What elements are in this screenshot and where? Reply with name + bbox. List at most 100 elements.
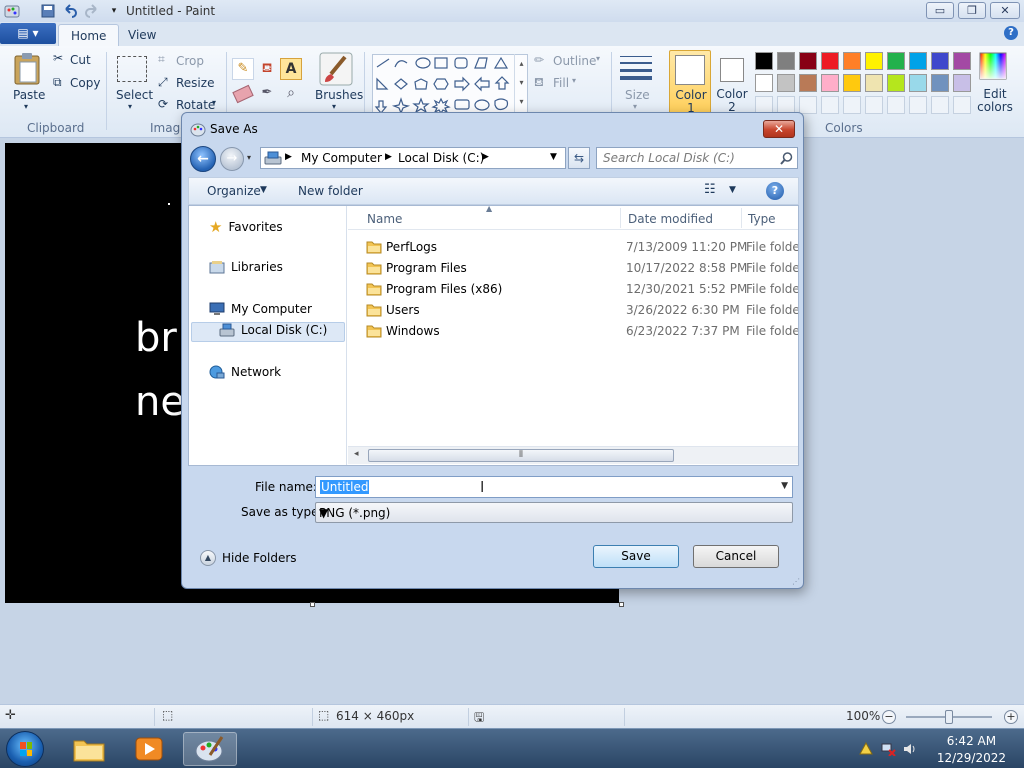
palette-swatch[interactable]	[865, 74, 883, 92]
resize-button[interactable]: Resize	[176, 76, 214, 90]
edit-colors-button[interactable]: Edit colors	[975, 88, 1015, 114]
pencil-tool[interactable]: ✎	[232, 58, 254, 80]
custom-color-slot[interactable]	[799, 96, 817, 114]
palette-swatch[interactable]	[777, 52, 795, 70]
size-dropdown-icon[interactable]: ▾	[633, 102, 637, 111]
eraser-tool[interactable]	[232, 84, 254, 104]
fill-tool[interactable]: ⛾	[256, 58, 278, 80]
breadcrumb-separator-icon[interactable]: ▶	[385, 152, 392, 162]
palette-swatch[interactable]	[755, 52, 773, 70]
action-center-icon[interactable]	[858, 742, 874, 756]
nav-favorites[interactable]: ★ Favorites	[209, 218, 283, 236]
file-row[interactable]: Program Files (x86) 12/30/2021 5:52 PM Fil…	[348, 279, 798, 300]
view-options-icon[interactable]: ☷	[704, 182, 716, 197]
breadcrumb-my-computer[interactable]: My Computer	[301, 151, 382, 165]
column-divider[interactable]	[741, 208, 742, 228]
network-icon[interactable]	[880, 742, 896, 756]
nav-network[interactable]: Network	[209, 365, 281, 379]
fill-dropdown-icon[interactable]: ▾	[572, 76, 576, 85]
file-row[interactable]: PerfLogs 7/13/2009 11:20 PMFile folder	[348, 237, 798, 258]
resize-grip-icon[interactable]: ⋰	[792, 577, 800, 586]
undo-icon[interactable]	[62, 3, 78, 19]
palette-swatch[interactable]	[887, 74, 905, 92]
breadcrumb-local-disk[interactable]: Local Disk (C:)	[398, 151, 484, 165]
palette-swatch[interactable]	[931, 74, 949, 92]
close-button[interactable]: ✕	[990, 2, 1020, 19]
file-row[interactable]: Users 3/26/2022 6:30 PM File folder	[348, 300, 798, 321]
file-row[interactable]: Windows 6/23/2022 7:37 PM File folder	[348, 321, 798, 342]
refresh-button[interactable]: ⇆	[568, 147, 590, 169]
tab-home[interactable]: Home	[58, 24, 120, 46]
recent-locations-dropdown[interactable]: ▾	[247, 153, 251, 162]
taskbar-media-player[interactable]	[122, 732, 176, 766]
zoom-in-button[interactable]: +	[1004, 710, 1018, 724]
shapes-icon[interactable]	[373, 55, 529, 115]
color-picker-tool[interactable]: ✒	[258, 84, 276, 102]
save-button[interactable]: Save	[593, 545, 679, 568]
forward-button[interactable]: →	[220, 147, 244, 171]
save-as-type-select[interactable]: PNG (*.png) ▼	[315, 502, 793, 523]
paste-icon[interactable]	[12, 52, 42, 86]
palette-swatch[interactable]	[909, 74, 927, 92]
palette-swatch[interactable]	[821, 74, 839, 92]
file-name-dropdown-icon[interactable]: ▼	[781, 481, 788, 491]
custom-color-slot[interactable]	[931, 96, 949, 114]
restore-button[interactable]: ❐	[958, 2, 986, 19]
color2-selector[interactable]: Color 2	[714, 50, 750, 114]
nav-libraries[interactable]: Libraries	[209, 260, 283, 274]
custom-color-slot[interactable]	[909, 96, 927, 114]
custom-color-slot[interactable]	[843, 96, 861, 114]
address-dropdown-icon[interactable]: ▼	[550, 152, 557, 162]
column-divider[interactable]	[620, 208, 621, 228]
custom-color-slot[interactable]	[887, 96, 905, 114]
palette-swatch[interactable]	[843, 74, 861, 92]
crop-button[interactable]: Crop	[176, 54, 204, 68]
horizontal-scroll-thumb[interactable]: ⦀	[368, 449, 674, 462]
cancel-button[interactable]: Cancel	[693, 545, 779, 568]
volume-icon[interactable]	[902, 742, 918, 756]
custom-color-slot[interactable]	[821, 96, 839, 114]
rotate-dropdown-icon[interactable]: ▾	[212, 98, 216, 107]
select-dropdown-icon[interactable]: ▾	[128, 102, 132, 111]
palette-swatch[interactable]	[909, 52, 927, 70]
address-bar[interactable]: ▶ My Computer ▶ Local Disk (C:) ▶ ▼	[260, 147, 566, 169]
save-icon[interactable]	[40, 3, 56, 19]
taskbar-paint[interactable]	[183, 732, 237, 766]
palette-swatch[interactable]	[755, 74, 773, 92]
back-button[interactable]: ←	[190, 146, 216, 172]
text-tool[interactable]: A	[280, 58, 302, 80]
paste-dropdown-icon[interactable]: ▾	[24, 102, 28, 111]
edit-colors-icon[interactable]	[979, 52, 1007, 80]
size-icon[interactable]	[620, 54, 652, 80]
palette-swatch[interactable]	[887, 52, 905, 70]
dialog-help-icon[interactable]: ?	[766, 182, 784, 200]
file-menu-button[interactable]: ▤ ▾	[0, 23, 56, 44]
column-type[interactable]: Type	[748, 212, 776, 226]
size-button[interactable]: Size	[625, 88, 650, 102]
select-icon[interactable]	[117, 56, 147, 82]
minimize-button[interactable]: ▭	[926, 2, 954, 19]
brush-icon[interactable]	[319, 52, 353, 86]
cut-button[interactable]: Cut	[70, 53, 91, 67]
search-input[interactable]: Search Local Disk (C:)	[596, 147, 798, 169]
fill-button[interactable]: Fill	[553, 76, 569, 90]
palette-swatch[interactable]	[865, 52, 883, 70]
zoom-out-button[interactable]: −	[882, 710, 896, 724]
paint-app-icon[interactable]	[4, 3, 20, 19]
resize-handle-corner[interactable]	[619, 602, 624, 607]
file-row[interactable]: Program Files 10/17/2022 8:58 PM File fold…	[348, 258, 798, 279]
file-name-input[interactable]: Untitled ▼ I	[315, 476, 793, 498]
palette-swatch[interactable]	[799, 74, 817, 92]
tab-view[interactable]: View	[116, 24, 168, 46]
custom-color-slot[interactable]	[953, 96, 971, 114]
paste-button[interactable]: Paste	[13, 88, 45, 102]
magnifier-tool[interactable]: ⌕	[282, 84, 300, 102]
outline-dropdown-icon[interactable]: ▾	[596, 54, 600, 63]
help-icon[interactable]: ?	[1004, 26, 1018, 40]
palette-swatch[interactable]	[799, 52, 817, 70]
shapes-gallery[interactable]	[372, 54, 529, 115]
organize-dropdown-icon[interactable]: ▼	[260, 185, 267, 195]
organize-button[interactable]: Organize	[207, 184, 261, 198]
save-as-type-dropdown-icon[interactable]: ▼	[319, 506, 788, 520]
nav-local-disk[interactable]: Local Disk (C:)	[219, 323, 327, 337]
